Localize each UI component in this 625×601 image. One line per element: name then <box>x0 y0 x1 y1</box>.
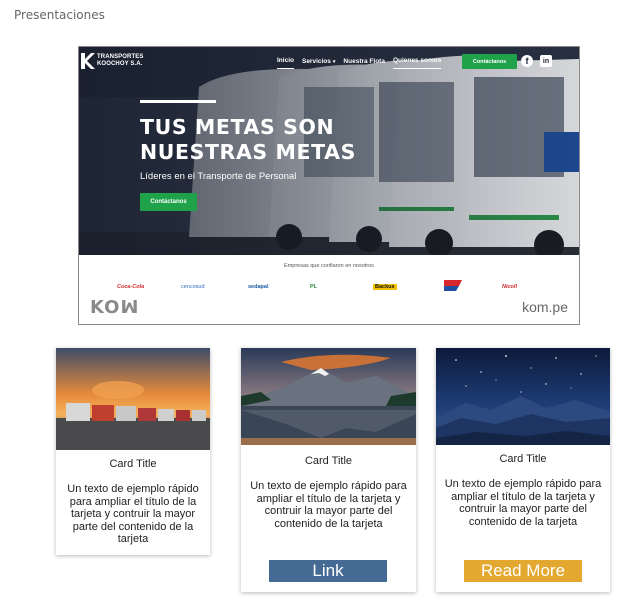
link-button[interactable]: Link <box>269 560 387 582</box>
card-2-mountain-lake-image <box>241 348 416 445</box>
card-2-title: Card Title <box>304 455 353 467</box>
hero-subtitle: Líderes en el Transporte de Personal <box>140 171 297 182</box>
card-1-sunset-trucks-image <box>56 348 210 450</box>
client-logo-cocacola: Coca-Cola <box>117 284 145 290</box>
linkedin-icon[interactable]: in <box>540 55 552 67</box>
client-logo-flag-icon <box>444 280 462 291</box>
hero-contact-button[interactable]: Contáctanos <box>140 193 197 211</box>
read-more-button[interactable]: Read More <box>464 560 582 582</box>
kom-logo: KOꟽ <box>90 297 140 318</box>
hero-divider <box>140 100 216 103</box>
card-3: Card Title Un texto de ejemplo rápido pa… <box>436 348 610 592</box>
website-preview[interactable]: TRANSPORTES KOOCHOY S.A. Inicio Servicio… <box>78 46 580 325</box>
nav-item-servicios-label: Servicios <box>301 57 331 65</box>
chevron-down-icon: ▾ <box>332 58 336 65</box>
facebook-icon[interactable]: f <box>521 55 533 67</box>
logo-line-2: KOOCHOY S.A. <box>97 61 143 67</box>
company-logo[interactable]: TRANSPORTES KOOCHOY S.A. <box>81 53 143 69</box>
nav-item-nuestra-flota[interactable]: Nuestra Flota <box>343 58 385 69</box>
client-logo-backus: Backus <box>373 284 397 290</box>
client-logo-pl: PL <box>310 284 318 290</box>
logo-line-1: TRANSPORTES <box>97 54 144 60</box>
page-heading: Presentaciones <box>14 8 105 22</box>
nav-item-inicio[interactable]: Inicio <box>277 57 294 69</box>
client-logo-cencosud: cencosud <box>181 284 205 290</box>
logo-k-icon <box>81 53 95 69</box>
nav-item-quienes-somos[interactable]: Quienes somos <box>392 57 442 69</box>
card-3-night-sky-image <box>436 348 610 445</box>
card-3-text: Un texto de ejemplo rápido para ampliar … <box>444 478 602 528</box>
card-2-text: Un texto de ejemplo rápido para ampliar … <box>250 480 407 530</box>
nav-contact-button[interactable]: Contáctanos <box>462 54 517 69</box>
nav-item-servicios[interactable]: Servicios ▾ <box>302 58 335 69</box>
main-nav: Inicio Servicios ▾ Nuestra Flota Quienes … <box>277 57 442 69</box>
card-1-text: Un texto de ejemplo rápido para ampliar … <box>67 483 199 546</box>
card-2: Card Title Un texto de ejemplo rápido pa… <box>241 348 416 592</box>
clients-caption: Empresas que confiaron en nosotros <box>284 263 374 269</box>
clients-section: Empresas que confiaron en nosotros Coca-… <box>79 255 579 324</box>
hero-section: TRANSPORTES KOOCHOY S.A. Inicio Servicio… <box>79 47 579 255</box>
card-3-title: Card Title <box>499 453 547 465</box>
hero-title: TUS METAS SON NUESTRAS METAS <box>140 115 356 164</box>
client-logo-sedapal: sedapal <box>248 284 269 290</box>
kom-url[interactable]: kom.pe <box>522 299 568 315</box>
card-1-title: Card Title <box>109 458 157 470</box>
client-logo-nicoll: Nicoll <box>502 284 517 290</box>
card-1: Card Title Un texto de ejemplo rápido pa… <box>56 348 210 555</box>
